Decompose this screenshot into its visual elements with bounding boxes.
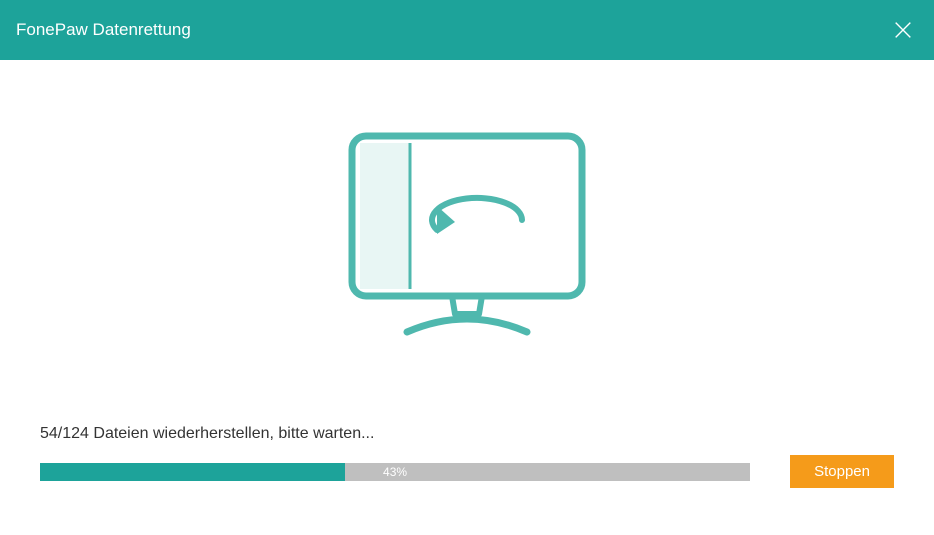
app-title: FonePaw Datenrettung	[16, 20, 191, 40]
close-icon	[892, 19, 914, 41]
stop-button[interactable]: Stoppen	[790, 455, 894, 488]
main-content: 54/124 Dateien wiederherstellen, bitte w…	[0, 60, 934, 528]
title-bar: FonePaw Datenrettung	[0, 0, 934, 60]
status-text: 54/124 Dateien wiederherstellen, bitte w…	[40, 425, 894, 443]
monitor-refresh-icon	[342, 130, 592, 345]
progress-row: 43% Stoppen	[40, 455, 894, 488]
progress-percent-label: 43%	[40, 463, 750, 481]
close-button[interactable]	[888, 15, 918, 45]
status-row: 54/124 Dateien wiederherstellen, bitte w…	[40, 425, 894, 455]
progress-bar: 43%	[40, 463, 750, 481]
